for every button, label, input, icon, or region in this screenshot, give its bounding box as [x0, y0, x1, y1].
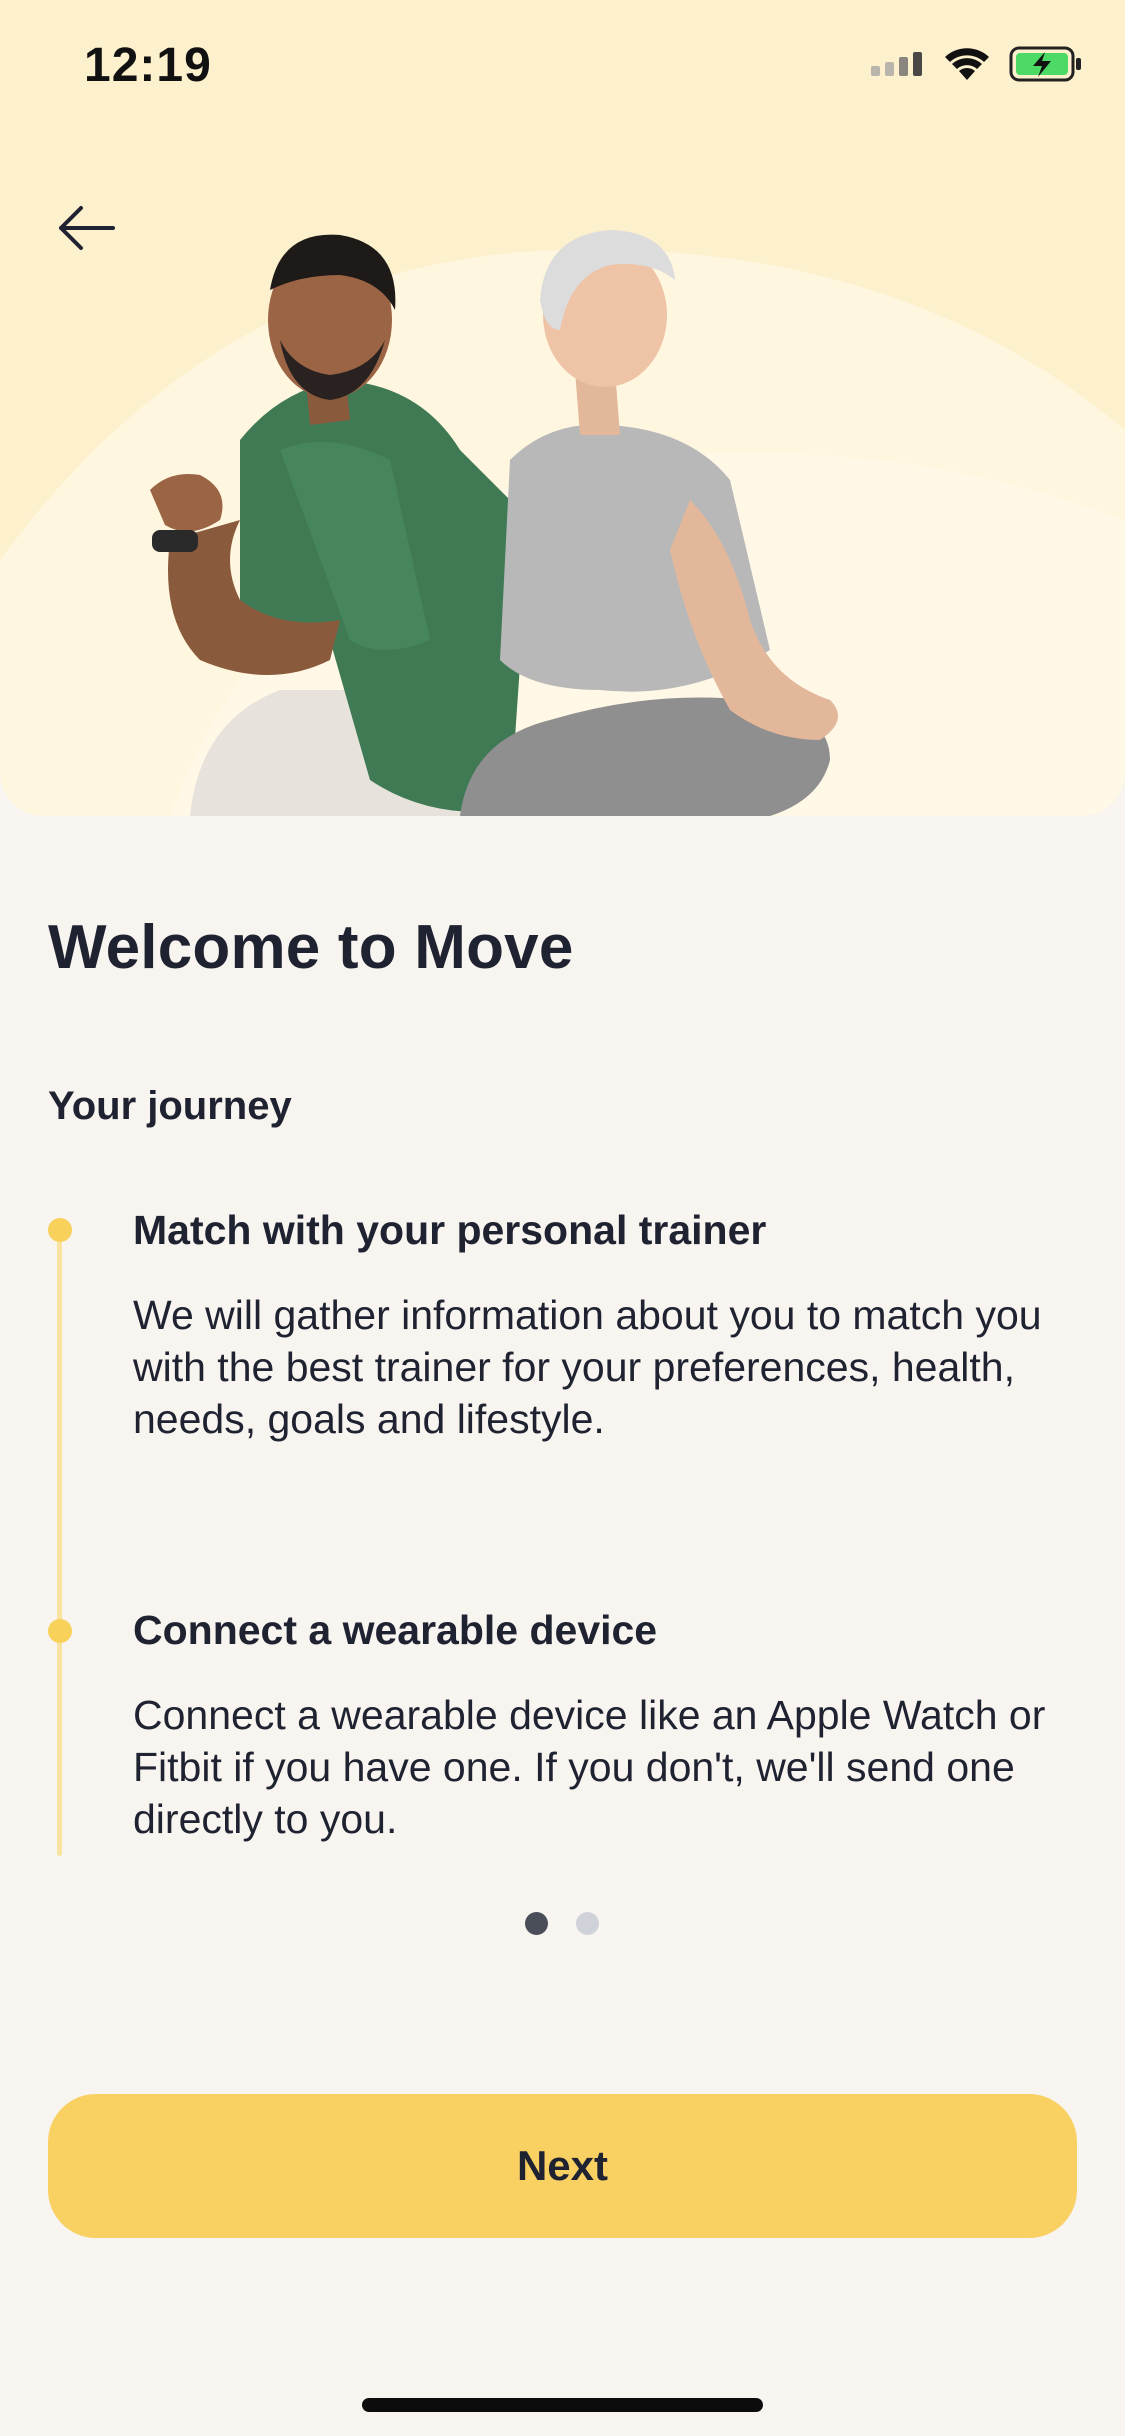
- back-button[interactable]: [50, 196, 122, 260]
- page-dot-active[interactable]: [525, 1912, 548, 1935]
- two-people-exercising-photo: [150, 230, 838, 816]
- page-title: Welcome to Move: [48, 913, 574, 982]
- status-bar: 12:19: [0, 0, 1125, 140]
- hero-section: 12:19: [0, 0, 1125, 816]
- status-time: 12:19: [84, 39, 212, 92]
- woman-figure: [460, 230, 838, 816]
- arrow-left-icon: [59, 206, 115, 250]
- wifi-icon: [945, 48, 989, 80]
- step-description: We will gather information about you to …: [133, 1292, 1042, 1443]
- page-indicator[interactable]: [525, 1912, 599, 1935]
- timeline-line: [57, 1230, 62, 1856]
- onboarding-screen: 12:19 Welcome to Move Your journey Match…: [0, 0, 1125, 2436]
- journey-step: Match with your personal trainer We will…: [133, 1206, 1083, 1445]
- page-dot[interactable]: [576, 1912, 599, 1935]
- man-figure: [150, 234, 530, 816]
- timeline-dot: [48, 1619, 72, 1643]
- battery-charging-icon: [1009, 46, 1081, 82]
- status-icons: [869, 46, 1083, 82]
- step-title: Connect a wearable device: [133, 1607, 658, 1653]
- step-title: Match with your personal trainer: [133, 1207, 767, 1253]
- journey-step: Connect a wearable device Connect a wear…: [133, 1606, 1083, 1845]
- next-button[interactable]: Next: [48, 2094, 1077, 2238]
- step-description: Connect a wearable device like an Apple …: [133, 1692, 1046, 1843]
- home-indicator[interactable]: [362, 2398, 763, 2412]
- signal-icon: [871, 52, 922, 76]
- section-subtitle: Your journey: [48, 1084, 292, 1128]
- timeline-dot: [48, 1218, 72, 1242]
